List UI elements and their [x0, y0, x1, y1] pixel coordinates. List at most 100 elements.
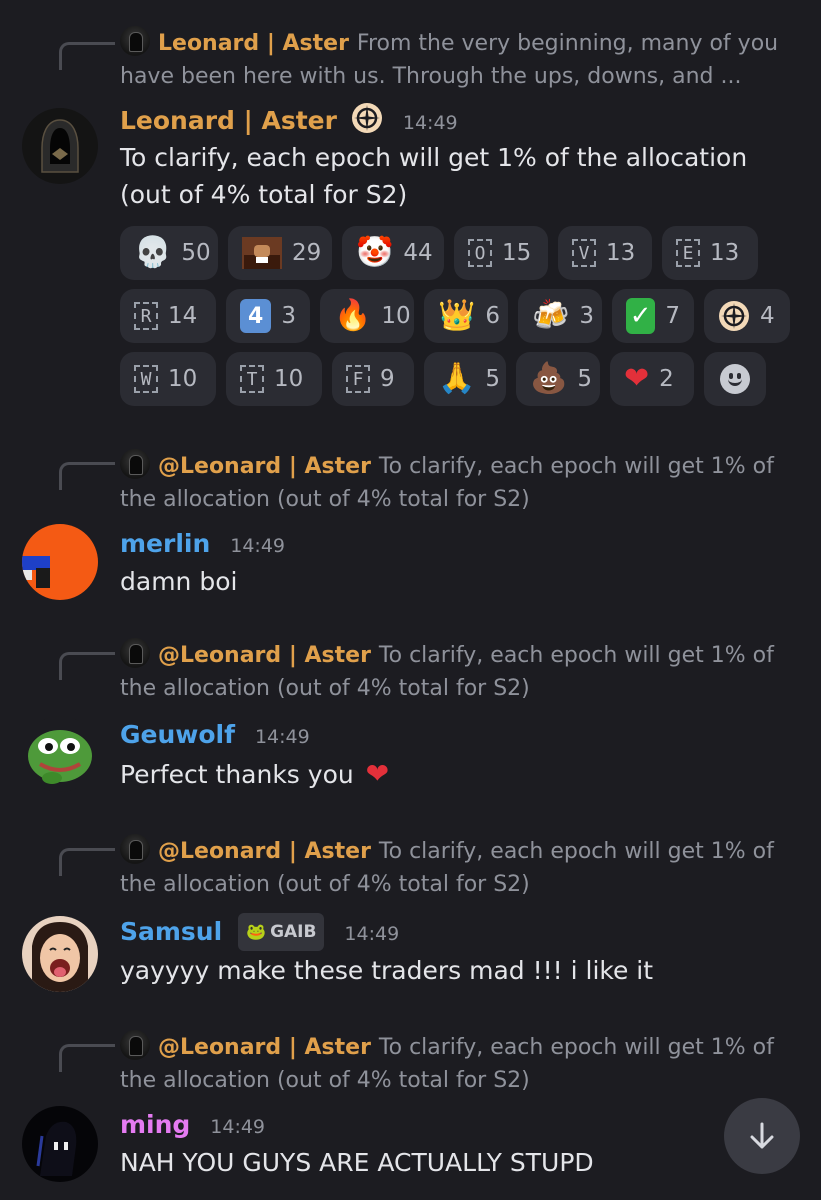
reply-preview[interactable]: Leonard | Aster From the very beginning, … — [120, 26, 800, 93]
reaction-count: 50 — [181, 240, 211, 266]
reaction-count: 5 — [577, 366, 592, 392]
reply-connector — [59, 1044, 115, 1072]
reaction-count: 10 — [168, 366, 198, 392]
author-name[interactable]: ming — [120, 1110, 190, 1139]
message-text: Perfect thanks you ❤ — [120, 755, 800, 793]
reaction-meme-face[interactable]: 29 — [228, 226, 332, 280]
reaction-aster[interactable]: 4 — [704, 289, 790, 343]
timestamp: 14:49 — [210, 1116, 266, 1138]
reply-preview[interactable]: @Leonard | Aster To clarify, each epoch w… — [120, 638, 800, 705]
frog-icon: 🐸 — [246, 922, 267, 941]
reply-avatar — [120, 449, 150, 479]
message-header: merlin 14:49 — [120, 527, 285, 563]
message-text: damn boi — [120, 567, 238, 596]
reaction-fire[interactable]: 🔥 10 — [320, 289, 414, 343]
reaction-count: 14 — [168, 303, 198, 329]
reaction-count: 13 — [710, 240, 740, 266]
reaction-letter-w[interactable]: W 10 — [120, 352, 216, 406]
reaction-beer-mugs[interactable]: 🍻 3 — [518, 289, 602, 343]
reaction-count: 9 — [380, 366, 395, 392]
reaction-count: 10 — [274, 366, 304, 392]
message-header: Geuwolf 14:49 — [120, 718, 310, 754]
reply-connector — [59, 848, 115, 876]
author-name[interactable]: Samsul — [120, 917, 222, 946]
message-text: To clarify, each epoch will get 1% of th… — [120, 143, 748, 209]
reaction-letter-e[interactable]: E 13 — [662, 226, 758, 280]
reaction-count: 2 — [659, 366, 674, 392]
reaction-count: 7 — [665, 303, 680, 329]
praying-hands-icon: 🙏 — [438, 361, 476, 396]
avatar[interactable] — [22, 108, 98, 184]
reaction-letter-v[interactable]: V 13 — [558, 226, 652, 280]
letter-f-icon: F — [346, 365, 370, 393]
clown-icon: 🤡 — [356, 235, 394, 270]
reaction-check-mark[interactable]: ✓ 7 — [612, 289, 694, 343]
avatar[interactable] — [22, 524, 98, 600]
reply-connector — [59, 42, 115, 70]
author-name[interactable]: Leonard | Aster — [120, 106, 337, 135]
timestamp: 14:49 — [402, 112, 458, 134]
reaction-keycap-4[interactable]: 4 3 — [226, 289, 310, 343]
reaction-poop[interactable]: 💩 5 — [516, 352, 600, 406]
reaction-count: 3 — [281, 303, 296, 329]
reply-author[interactable]: @Leonard | Aster — [158, 839, 371, 864]
reaction-count: 10 — [381, 303, 411, 329]
aster-logo-icon[interactable] — [351, 102, 383, 143]
guild-tag[interactable]: 🐸 GAIB — [238, 913, 325, 951]
reply-preview[interactable]: @Leonard | Aster To clarify, each epoch w… — [120, 449, 800, 516]
skull-icon: 💀 — [134, 235, 172, 270]
reply-author[interactable]: Leonard | Aster — [158, 31, 349, 56]
letter-t-icon: T — [240, 365, 264, 393]
fire-icon: 🔥 — [334, 298, 372, 333]
reaction-count: 15 — [502, 240, 532, 266]
reaction-letter-f[interactable]: F 9 — [332, 352, 414, 406]
reaction-letter-o[interactable]: O 15 — [454, 226, 548, 280]
reaction-count: 6 — [485, 303, 500, 329]
avatar[interactable] — [22, 1106, 98, 1182]
letter-o-icon: O — [468, 239, 492, 267]
letter-v-icon: V — [572, 239, 596, 267]
reaction-skull[interactable]: 💀 50 — [120, 226, 218, 280]
message-header: ming 14:49 — [120, 1108, 265, 1144]
reply-connector — [59, 462, 115, 490]
reaction-clown[interactable]: 🤡 44 — [342, 226, 444, 280]
reaction-count: 3 — [579, 303, 594, 329]
reaction-letter-t[interactable]: T 10 — [226, 352, 322, 406]
message-text: NAH YOU GUYS ARE ACTUALLY STUPD — [120, 1148, 594, 1177]
reaction-heart[interactable]: ❤ 2 — [610, 352, 694, 406]
message-header: Leonard | Aster 14:49 — [120, 102, 458, 143]
reaction-crown[interactable]: 👑 6 — [424, 289, 508, 343]
heart-icon: ❤ — [624, 361, 650, 396]
reply-author[interactable]: @Leonard | Aster — [158, 1035, 371, 1060]
avatar[interactable] — [22, 716, 98, 792]
letter-r-icon: R — [134, 302, 158, 330]
reply-author[interactable]: @Leonard | Aster — [158, 454, 371, 479]
message-header: Samsul 🐸 GAIB 14:49 — [120, 913, 399, 951]
reply-avatar — [120, 834, 150, 864]
reply-connector — [59, 652, 115, 680]
reaction-count: 29 — [292, 240, 322, 266]
letter-e-icon: E — [676, 239, 700, 267]
smiley-icon — [720, 364, 750, 394]
reply-author[interactable]: @Leonard | Aster — [158, 643, 371, 668]
add-reaction-button[interactable] — [704, 352, 766, 406]
check-mark-icon: ✓ — [626, 298, 656, 334]
reply-preview[interactable]: @Leonard | Aster To clarify, each epoch w… — [120, 1030, 800, 1097]
letter-w-icon: W — [134, 365, 158, 393]
reply-preview[interactable]: @Leonard | Aster To clarify, each epoch w… — [120, 834, 800, 901]
timestamp: 14:49 — [344, 923, 400, 945]
author-name[interactable]: merlin — [120, 529, 210, 558]
avatar[interactable] — [22, 916, 98, 992]
crown-icon: 👑 — [438, 298, 476, 333]
reaction-count: 4 — [760, 303, 775, 329]
reaction-count: 44 — [403, 240, 433, 266]
poop-icon: 💩 — [530, 361, 568, 396]
reaction-praying-hands[interactable]: 🙏 5 — [424, 352, 506, 406]
scroll-to-bottom-button[interactable] — [724, 1098, 800, 1174]
message-text: yayyyy make these traders mad !!! i like… — [120, 956, 654, 985]
reply-avatar — [120, 26, 150, 56]
reaction-letter-r[interactable]: R 14 — [120, 289, 216, 343]
message-text-content: Perfect thanks you — [120, 760, 354, 789]
author-name[interactable]: Geuwolf — [120, 720, 235, 749]
aster-logo-icon — [718, 300, 750, 332]
